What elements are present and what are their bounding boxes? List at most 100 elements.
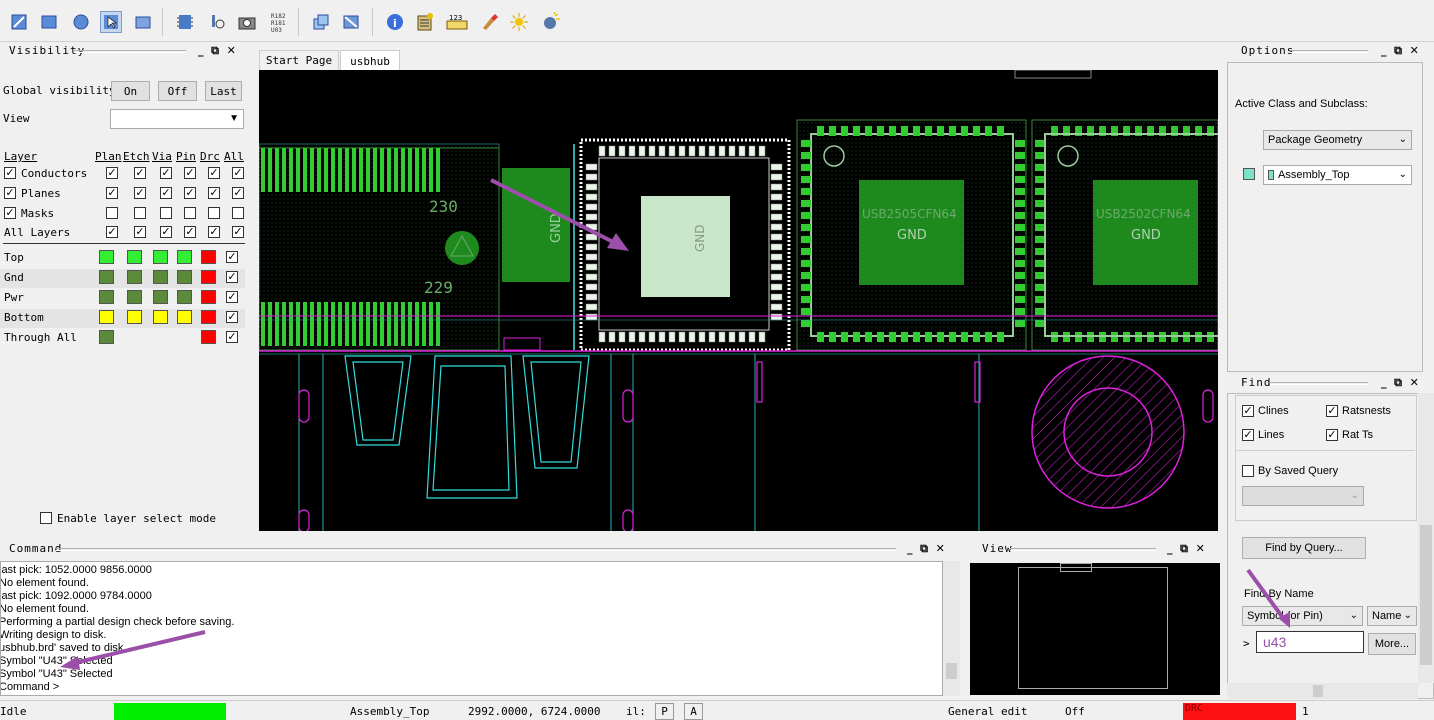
layer-all-checkbox[interactable]: ✓	[226, 311, 238, 323]
by-saved-query-checkbox[interactable]	[1242, 465, 1254, 477]
layer-color-swatch[interactable]	[127, 290, 142, 304]
layer-name[interactable]: Top	[4, 251, 24, 264]
camera-icon[interactable]	[236, 11, 258, 33]
group-col-checkbox[interactable]: ✓	[232, 187, 244, 199]
more-button[interactable]: More...	[1368, 633, 1416, 655]
group-col-checkbox[interactable]	[208, 207, 220, 219]
layer-color-swatch[interactable]	[153, 250, 168, 264]
command-panel-controls[interactable]: _ ⧉ ✕	[907, 542, 945, 556]
class-select[interactable]: Package Geometry ⌄	[1263, 130, 1412, 150]
group-col-checkbox[interactable]: ✓	[208, 226, 220, 238]
layer-color-swatch[interactable]	[99, 270, 114, 284]
layer-color-swatch[interactable]	[153, 290, 168, 304]
move-icon[interactable]	[340, 11, 362, 33]
find-ratsnests-checkbox[interactable]: ✓	[1326, 405, 1338, 417]
group-col-checkbox[interactable]	[160, 207, 172, 219]
layer-all-checkbox[interactable]: ✓	[226, 291, 238, 303]
layer-all-checkbox[interactable]: ✓	[226, 271, 238, 283]
layer-color-swatch[interactable]	[177, 270, 192, 284]
status-a-button[interactable]: A	[684, 703, 703, 720]
enable-layer-select-checkbox[interactable]	[40, 512, 52, 524]
info-icon[interactable]: i	[384, 11, 406, 33]
layer-color-swatch[interactable]	[99, 330, 114, 344]
refdes-icon[interactable]: R182 R181 U03	[268, 11, 290, 33]
group-checkbox-conductors[interactable]: ✓	[4, 167, 16, 179]
group-col-checkbox[interactable]: ✓	[134, 187, 146, 199]
layer-color-swatch[interactable]	[201, 290, 216, 304]
visibility-panel-controls[interactable]: _ ⧉ ✕	[198, 44, 236, 58]
find-by-query-button[interactable]: Find by Query...	[1242, 537, 1366, 559]
group-col-checkbox[interactable]: ✓	[106, 187, 118, 199]
add-line-icon[interactable]	[8, 11, 30, 33]
group-col-checkbox[interactable]: ✓	[232, 167, 244, 179]
add-circle-icon[interactable]	[70, 11, 92, 33]
report-icon[interactable]	[414, 11, 436, 33]
group-col-checkbox[interactable]: ✓	[208, 167, 220, 179]
add-rect-icon[interactable]	[38, 11, 60, 33]
find-vertical-scrollbar[interactable]	[1418, 393, 1434, 683]
group-col-checkbox[interactable]: ✓	[106, 167, 118, 179]
find-clines-checkbox[interactable]: ✓	[1242, 405, 1254, 417]
world-view-canvas[interactable]	[970, 563, 1220, 695]
command-scrollbar[interactable]	[943, 561, 960, 696]
find-panel-controls[interactable]: _ ⧉ ✕	[1381, 376, 1419, 390]
group-col-checkbox[interactable]: ✓	[106, 226, 118, 238]
layer-color-swatch[interactable]	[201, 270, 216, 284]
measure-icon[interactable]: 123	[446, 11, 468, 33]
group-checkbox-planes[interactable]: ✓	[4, 187, 16, 199]
subclass-color-swatch[interactable]	[1243, 168, 1255, 180]
select-pointer-icon[interactable]	[100, 11, 122, 33]
group-col-checkbox[interactable]: ✓	[232, 226, 244, 238]
group-col-checkbox[interactable]	[184, 207, 196, 219]
visibility-on-button[interactable]: On	[111, 81, 150, 101]
group-col-checkbox[interactable]	[232, 207, 244, 219]
group-col-checkbox[interactable]: ✓	[160, 187, 172, 199]
layer-name[interactable]: Pwr	[4, 291, 24, 304]
layer-color-swatch[interactable]	[153, 270, 168, 284]
paint-icon[interactable]	[478, 11, 500, 33]
layer-all-checkbox[interactable]: ✓	[226, 251, 238, 263]
layer-color-swatch[interactable]	[177, 290, 192, 304]
view-panel-controls[interactable]: _ ⧉ ✕	[1167, 542, 1205, 556]
group-col-checkbox[interactable]	[106, 207, 118, 219]
layer-color-swatch[interactable]	[201, 310, 216, 324]
group-checkbox-masks[interactable]: ✓	[4, 207, 16, 219]
group-col-checkbox[interactable]	[134, 207, 146, 219]
layer-color-swatch[interactable]	[201, 250, 216, 264]
tab-usbhub[interactable]: usbhub	[340, 50, 400, 71]
placement-icon[interactable]	[174, 11, 196, 33]
pcb-canvas[interactable]: GND 230 229 GND USB2505CFN64 GND USB2502…	[259, 70, 1218, 531]
layer-color-swatch[interactable]	[99, 310, 114, 324]
layer-color-swatch[interactable]	[99, 250, 114, 264]
subclass-select[interactable]: Assembly_Top ⌄	[1263, 165, 1412, 185]
group-col-checkbox[interactable]: ✓	[134, 226, 146, 238]
group-col-checkbox[interactable]: ✓	[184, 226, 196, 238]
group-col-checkbox[interactable]: ✓	[184, 187, 196, 199]
layer-color-swatch[interactable]	[177, 250, 192, 264]
layer-name[interactable]: Bottom	[4, 311, 44, 324]
saved-query-select[interactable]: ⌄	[1242, 486, 1364, 506]
name-type-select[interactable]: Name ⌄	[1367, 606, 1417, 626]
layer-color-swatch[interactable]	[127, 250, 142, 264]
layer-color-swatch[interactable]	[201, 330, 216, 344]
layer-color-swatch[interactable]	[153, 310, 168, 324]
visibility-off-button[interactable]: Off	[158, 81, 197, 101]
status-drc[interactable]: DRC	[1183, 703, 1296, 720]
layer-all-checkbox[interactable]: ✓	[226, 331, 238, 343]
group-col-checkbox[interactable]: ✓	[160, 226, 172, 238]
options-panel-controls[interactable]: _ ⧉ ✕	[1381, 44, 1419, 58]
layer-color-swatch[interactable]	[99, 290, 114, 304]
group-col-checkbox[interactable]: ✓	[160, 167, 172, 179]
tool-icon[interactable]	[206, 11, 228, 33]
3d-view-icon[interactable]	[540, 11, 562, 33]
status-p-button[interactable]: P	[655, 703, 674, 720]
group-col-checkbox[interactable]: ✓	[134, 167, 146, 179]
layer-name[interactable]: Through All	[4, 331, 77, 344]
copy-icon[interactable]	[310, 11, 332, 33]
sun-icon[interactable]	[508, 11, 530, 33]
group-col-checkbox[interactable]: ✓	[208, 187, 220, 199]
add-frame-icon[interactable]	[132, 11, 154, 33]
layer-color-swatch[interactable]	[127, 270, 142, 284]
find-horizontal-scrollbar[interactable]	[1227, 683, 1418, 699]
group-col-checkbox[interactable]: ✓	[184, 167, 196, 179]
